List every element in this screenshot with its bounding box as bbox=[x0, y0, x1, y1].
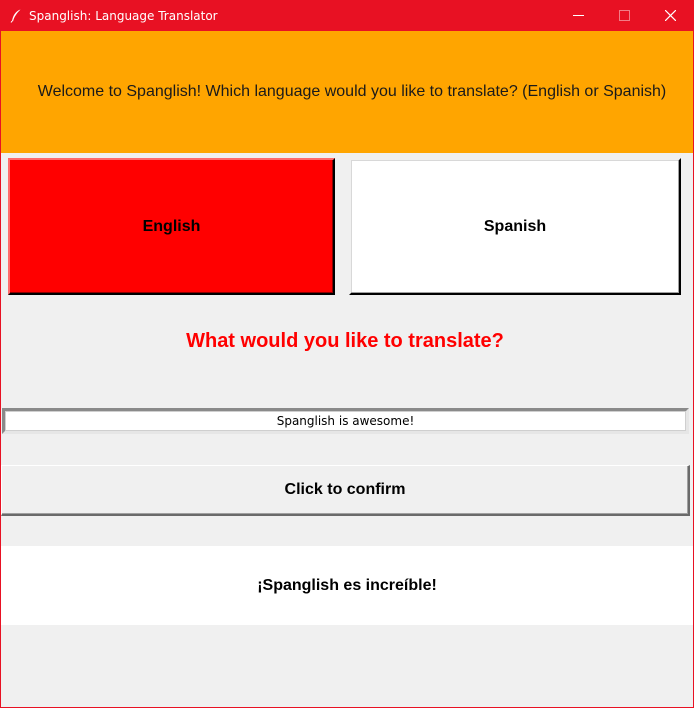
feather-icon bbox=[5, 0, 27, 31]
welcome-banner: Welcome to Spanglish! Which language wou… bbox=[1, 31, 693, 153]
window-controls bbox=[555, 0, 693, 31]
translate-prompt: What would you like to translate? bbox=[186, 330, 504, 352]
window-title: Spanglish: Language Translator bbox=[29, 8, 218, 23]
translation-result: ¡Spanglish es increíble! bbox=[1, 546, 693, 625]
title-bar[interactable]: Spanglish: Language Translator bbox=[1, 0, 693, 31]
spanish-button-label: Spanish bbox=[483, 217, 547, 235]
maximize-icon bbox=[618, 10, 630, 21]
confirm-button[interactable]: Click to confirm bbox=[1, 465, 690, 516]
confirm-button-label: Click to confirm bbox=[284, 481, 406, 498]
close-button[interactable] bbox=[647, 0, 693, 31]
minimize-icon bbox=[572, 15, 584, 16]
welcome-text: Welcome to Spanglish! Which language wou… bbox=[37, 83, 667, 100]
text-input-frame bbox=[2, 408, 689, 434]
spanish-button[interactable]: Spanish bbox=[349, 158, 681, 295]
app-window: Spanglish: Language Translator Welcome t… bbox=[0, 0, 694, 708]
result-text: ¡Spanglish es increíble! bbox=[257, 576, 437, 594]
close-icon bbox=[664, 10, 676, 21]
maximize-button[interactable] bbox=[601, 0, 647, 31]
minimize-button[interactable] bbox=[555, 0, 601, 31]
translate-input[interactable] bbox=[5, 411, 686, 431]
english-button[interactable]: English bbox=[8, 158, 335, 295]
english-button-label: English bbox=[142, 217, 201, 235]
